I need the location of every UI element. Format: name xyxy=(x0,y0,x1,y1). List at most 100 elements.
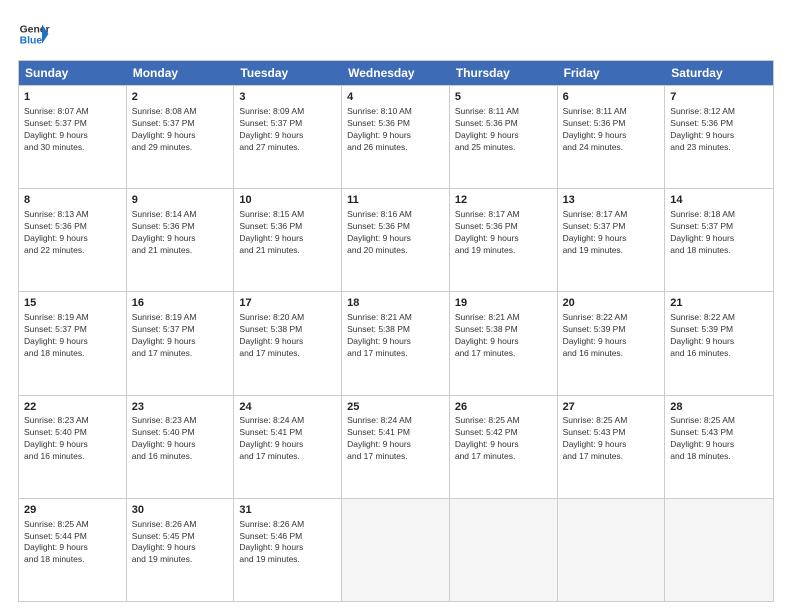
calendar-day-14: 14Sunrise: 8:18 AMSunset: 5:37 PMDayligh… xyxy=(665,189,773,291)
day-number: 31 xyxy=(239,503,336,518)
calendar-empty-cell xyxy=(665,499,773,601)
calendar-day-20: 20Sunrise: 8:22 AMSunset: 5:39 PMDayligh… xyxy=(558,292,666,394)
calendar-day-6: 6Sunrise: 8:11 AMSunset: 5:36 PMDaylight… xyxy=(558,86,666,188)
calendar-header: SundayMondayTuesdayWednesdayThursdayFrid… xyxy=(19,61,773,85)
day-info: Sunrise: 8:17 AMSunset: 5:37 PMDaylight:… xyxy=(563,209,660,257)
day-header-saturday: Saturday xyxy=(665,61,773,85)
day-header-tuesday: Tuesday xyxy=(234,61,342,85)
calendar-empty-cell xyxy=(342,499,450,601)
calendar-day-9: 9Sunrise: 8:14 AMSunset: 5:36 PMDaylight… xyxy=(127,189,235,291)
day-number: 26 xyxy=(455,400,552,415)
header: General Blue xyxy=(18,18,774,50)
calendar-day-12: 12Sunrise: 8:17 AMSunset: 5:36 PMDayligh… xyxy=(450,189,558,291)
day-info: Sunrise: 8:11 AMSunset: 5:36 PMDaylight:… xyxy=(563,106,660,154)
day-info: Sunrise: 8:20 AMSunset: 5:38 PMDaylight:… xyxy=(239,312,336,360)
calendar-day-25: 25Sunrise: 8:24 AMSunset: 5:41 PMDayligh… xyxy=(342,396,450,498)
day-info: Sunrise: 8:25 AMSunset: 5:43 PMDaylight:… xyxy=(670,415,768,463)
calendar-day-19: 19Sunrise: 8:21 AMSunset: 5:38 PMDayligh… xyxy=(450,292,558,394)
day-number: 4 xyxy=(347,90,444,105)
calendar-day-10: 10Sunrise: 8:15 AMSunset: 5:36 PMDayligh… xyxy=(234,189,342,291)
calendar-day-26: 26Sunrise: 8:25 AMSunset: 5:42 PMDayligh… xyxy=(450,396,558,498)
day-number: 3 xyxy=(239,90,336,105)
day-info: Sunrise: 8:09 AMSunset: 5:37 PMDaylight:… xyxy=(239,106,336,154)
day-info: Sunrise: 8:25 AMSunset: 5:43 PMDaylight:… xyxy=(563,415,660,463)
calendar-day-28: 28Sunrise: 8:25 AMSunset: 5:43 PMDayligh… xyxy=(665,396,773,498)
day-info: Sunrise: 8:14 AMSunset: 5:36 PMDaylight:… xyxy=(132,209,229,257)
day-header-sunday: Sunday xyxy=(19,61,127,85)
day-header-thursday: Thursday xyxy=(450,61,558,85)
day-number: 11 xyxy=(347,193,444,208)
logo: General Blue xyxy=(18,18,54,50)
day-info: Sunrise: 8:25 AMSunset: 5:42 PMDaylight:… xyxy=(455,415,552,463)
day-info: Sunrise: 8:13 AMSunset: 5:36 PMDaylight:… xyxy=(24,209,121,257)
calendar: SundayMondayTuesdayWednesdayThursdayFrid… xyxy=(18,60,774,602)
calendar-day-16: 16Sunrise: 8:19 AMSunset: 5:37 PMDayligh… xyxy=(127,292,235,394)
calendar-day-13: 13Sunrise: 8:17 AMSunset: 5:37 PMDayligh… xyxy=(558,189,666,291)
calendar-day-2: 2Sunrise: 8:08 AMSunset: 5:37 PMDaylight… xyxy=(127,86,235,188)
day-number: 15 xyxy=(24,296,121,311)
day-number: 18 xyxy=(347,296,444,311)
calendar-day-27: 27Sunrise: 8:25 AMSunset: 5:43 PMDayligh… xyxy=(558,396,666,498)
day-number: 16 xyxy=(132,296,229,311)
day-number: 9 xyxy=(132,193,229,208)
day-info: Sunrise: 8:24 AMSunset: 5:41 PMDaylight:… xyxy=(347,415,444,463)
day-info: Sunrise: 8:19 AMSunset: 5:37 PMDaylight:… xyxy=(132,312,229,360)
day-number: 20 xyxy=(563,296,660,311)
calendar-day-8: 8Sunrise: 8:13 AMSunset: 5:36 PMDaylight… xyxy=(19,189,127,291)
day-number: 27 xyxy=(563,400,660,415)
day-number: 14 xyxy=(670,193,768,208)
day-info: Sunrise: 8:07 AMSunset: 5:37 PMDaylight:… xyxy=(24,106,121,154)
day-header-monday: Monday xyxy=(127,61,235,85)
calendar-day-22: 22Sunrise: 8:23 AMSunset: 5:40 PMDayligh… xyxy=(19,396,127,498)
day-info: Sunrise: 8:10 AMSunset: 5:36 PMDaylight:… xyxy=(347,106,444,154)
day-number: 23 xyxy=(132,400,229,415)
day-header-friday: Friday xyxy=(558,61,666,85)
day-number: 13 xyxy=(563,193,660,208)
calendar-day-3: 3Sunrise: 8:09 AMSunset: 5:37 PMDaylight… xyxy=(234,86,342,188)
day-header-wednesday: Wednesday xyxy=(342,61,450,85)
day-info: Sunrise: 8:18 AMSunset: 5:37 PMDaylight:… xyxy=(670,209,768,257)
calendar-body: 1Sunrise: 8:07 AMSunset: 5:37 PMDaylight… xyxy=(19,85,773,601)
day-info: Sunrise: 8:21 AMSunset: 5:38 PMDaylight:… xyxy=(347,312,444,360)
day-number: 21 xyxy=(670,296,768,311)
day-number: 5 xyxy=(455,90,552,105)
calendar-empty-cell xyxy=(450,499,558,601)
day-info: Sunrise: 8:22 AMSunset: 5:39 PMDaylight:… xyxy=(670,312,768,360)
day-number: 25 xyxy=(347,400,444,415)
calendar-day-7: 7Sunrise: 8:12 AMSunset: 5:36 PMDaylight… xyxy=(665,86,773,188)
svg-text:Blue: Blue xyxy=(20,36,43,47)
day-number: 6 xyxy=(563,90,660,105)
day-info: Sunrise: 8:21 AMSunset: 5:38 PMDaylight:… xyxy=(455,312,552,360)
calendar-week-3: 15Sunrise: 8:19 AMSunset: 5:37 PMDayligh… xyxy=(19,291,773,394)
day-info: Sunrise: 8:11 AMSunset: 5:36 PMDaylight:… xyxy=(455,106,552,154)
calendar-week-5: 29Sunrise: 8:25 AMSunset: 5:44 PMDayligh… xyxy=(19,498,773,601)
day-info: Sunrise: 8:26 AMSunset: 5:46 PMDaylight:… xyxy=(239,519,336,567)
day-number: 24 xyxy=(239,400,336,415)
calendar-day-4: 4Sunrise: 8:10 AMSunset: 5:36 PMDaylight… xyxy=(342,86,450,188)
day-info: Sunrise: 8:26 AMSunset: 5:45 PMDaylight:… xyxy=(132,519,229,567)
day-info: Sunrise: 8:19 AMSunset: 5:37 PMDaylight:… xyxy=(24,312,121,360)
day-info: Sunrise: 8:16 AMSunset: 5:36 PMDaylight:… xyxy=(347,209,444,257)
day-info: Sunrise: 8:24 AMSunset: 5:41 PMDaylight:… xyxy=(239,415,336,463)
day-number: 1 xyxy=(24,90,121,105)
day-info: Sunrise: 8:15 AMSunset: 5:36 PMDaylight:… xyxy=(239,209,336,257)
day-info: Sunrise: 8:23 AMSunset: 5:40 PMDaylight:… xyxy=(24,415,121,463)
calendar-day-24: 24Sunrise: 8:24 AMSunset: 5:41 PMDayligh… xyxy=(234,396,342,498)
day-number: 19 xyxy=(455,296,552,311)
calendar-day-15: 15Sunrise: 8:19 AMSunset: 5:37 PMDayligh… xyxy=(19,292,127,394)
calendar-day-18: 18Sunrise: 8:21 AMSunset: 5:38 PMDayligh… xyxy=(342,292,450,394)
day-info: Sunrise: 8:12 AMSunset: 5:36 PMDaylight:… xyxy=(670,106,768,154)
logo-icon: General Blue xyxy=(18,18,50,50)
calendar-empty-cell xyxy=(558,499,666,601)
calendar-day-5: 5Sunrise: 8:11 AMSunset: 5:36 PMDaylight… xyxy=(450,86,558,188)
day-number: 8 xyxy=(24,193,121,208)
calendar-day-31: 31Sunrise: 8:26 AMSunset: 5:46 PMDayligh… xyxy=(234,499,342,601)
page: General Blue SundayMondayTuesdayWednesda… xyxy=(0,0,792,612)
day-number: 28 xyxy=(670,400,768,415)
calendar-week-1: 1Sunrise: 8:07 AMSunset: 5:37 PMDaylight… xyxy=(19,85,773,188)
calendar-week-4: 22Sunrise: 8:23 AMSunset: 5:40 PMDayligh… xyxy=(19,395,773,498)
day-number: 17 xyxy=(239,296,336,311)
calendar-day-11: 11Sunrise: 8:16 AMSunset: 5:36 PMDayligh… xyxy=(342,189,450,291)
calendar-day-17: 17Sunrise: 8:20 AMSunset: 5:38 PMDayligh… xyxy=(234,292,342,394)
calendar-day-29: 29Sunrise: 8:25 AMSunset: 5:44 PMDayligh… xyxy=(19,499,127,601)
